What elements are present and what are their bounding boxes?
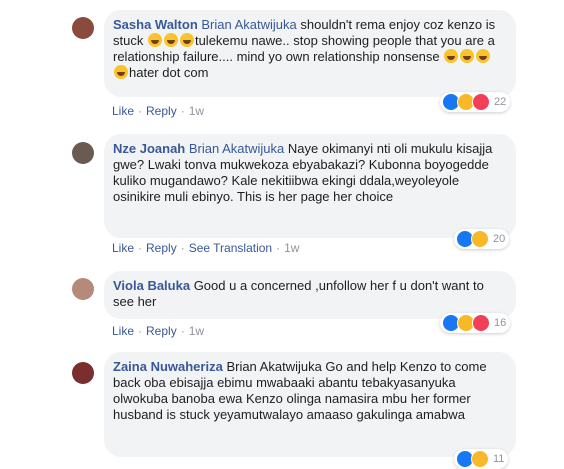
like-link[interactable]: Like: [112, 324, 134, 338]
avatar[interactable]: [72, 142, 94, 164]
comment-bubble: Nze Joanah Brian Akatwijuka Naye okimany…: [104, 134, 516, 238]
reaction-count: 22: [494, 96, 507, 108]
like-link[interactable]: Like: [112, 241, 134, 255]
haha-icon: [471, 450, 489, 468]
reaction-count: 11: [493, 453, 505, 465]
laughing-emoji-icon: [147, 33, 162, 47]
mention-link[interactable]: Brian Akatwijuka: [201, 17, 296, 32]
see-translation-link[interactable]: See Translation: [189, 241, 272, 255]
comment-actions: Like · Reply · 1w: [112, 104, 205, 118]
comment-actions: Like · Reply · 1w: [112, 324, 205, 338]
comment-bubble: Viola Baluka Good u a concerned ,unfollo…: [104, 271, 516, 319]
reaction-count: 16: [494, 317, 507, 329]
reply-link[interactable]: Reply: [146, 241, 177, 255]
comment-text: hater dot com: [129, 65, 209, 80]
love-icon: [472, 93, 490, 111]
laughing-emoji-icon: [114, 65, 128, 79]
comment-actions: Like · Reply · See Translation · 1w: [112, 241, 300, 255]
avatar[interactable]: [72, 278, 94, 300]
reaction-count: 20: [493, 233, 506, 245]
avatar[interactable]: [72, 17, 94, 39]
comment-author[interactable]: Viola Baluka: [113, 278, 190, 293]
laughing-emoji-icon: [163, 33, 178, 47]
reply-link[interactable]: Reply: [146, 324, 177, 338]
mention-link[interactable]: Brian Akatwijuka: [189, 141, 284, 156]
timestamp[interactable]: 1w: [284, 241, 299, 255]
comment-bubble: Sasha Walton Brian Akatwijuka shouldn't …: [104, 10, 516, 97]
laughing-emoji-icon: [476, 49, 491, 63]
avatar[interactable]: [72, 362, 94, 384]
love-icon: [472, 314, 490, 332]
timestamp[interactable]: 1w: [189, 324, 204, 338]
haha-icon: [471, 230, 489, 248]
comment-author[interactable]: Sasha Walton: [113, 17, 198, 32]
comment-author[interactable]: Nze Joanah: [113, 141, 185, 156]
comment-author[interactable]: Zaina Nuwaheriza: [113, 359, 223, 374]
laughing-emoji-icon: [179, 33, 194, 47]
laughing-emoji-icon: [444, 49, 459, 63]
comment-bubble: Zaina Nuwaheriza Brian Akatwijuka Go and…: [104, 352, 516, 457]
reactions-summary[interactable]: 16: [440, 313, 511, 333]
laughing-emoji-icon: [460, 49, 475, 63]
timestamp[interactable]: 1w: [189, 104, 204, 118]
reactions-summary[interactable]: 20: [454, 229, 510, 249]
like-link[interactable]: Like: [112, 104, 134, 118]
reactions-summary[interactable]: 22: [440, 92, 511, 112]
reactions-summary[interactable]: 11: [454, 449, 509, 469]
reply-link[interactable]: Reply: [146, 104, 177, 118]
